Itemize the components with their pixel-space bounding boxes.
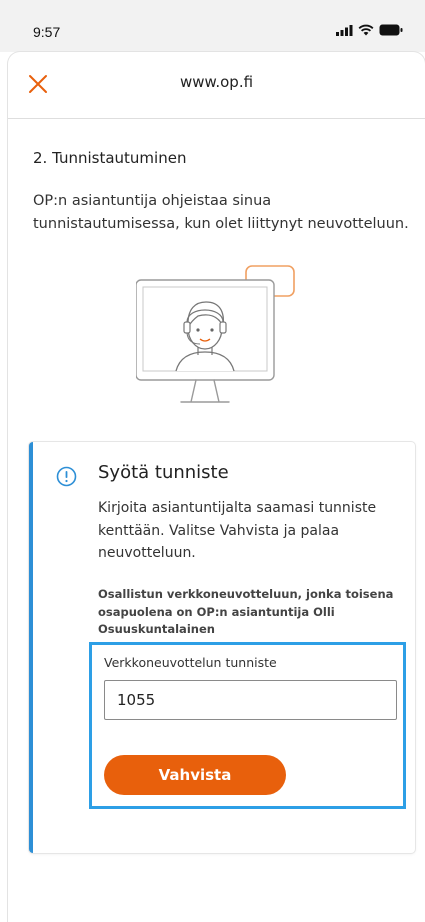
intro-text: OP:n asiantuntija ohjeistaa sinua tunnis…: [33, 193, 409, 232]
participation-note: Osallistun verkkoneuvotteluun, jonka toi…: [98, 587, 394, 636]
advisor-on-monitor-illustration: [136, 265, 295, 403]
code-field-label: Verkkoneuvottelun tunniste: [104, 655, 277, 670]
wifi-icon: [358, 24, 374, 36]
status-time: 9:57: [33, 24, 61, 40]
browser-topbar: www.op.fi: [8, 52, 425, 119]
card-description: Kirjoita asiantuntijalta saamasi tunnist…: [98, 500, 377, 561]
url-label: www.op.fi: [179, 73, 254, 91]
enter-code-card: Syötä tunniste Kirjoita asiantuntijalta …: [29, 442, 415, 853]
card-title: Syötä tunniste: [98, 462, 229, 483]
battery-icon: [379, 24, 403, 36]
code-field-highlight: Verkkoneuvottelun tunniste Vahvista: [89, 642, 406, 809]
code-input[interactable]: [104, 680, 397, 720]
browser-sheet: www.op.fi 2. Tunnistautuminen OP:n asian…: [8, 52, 425, 922]
status-bar: 9:57: [0, 0, 425, 52]
page-title: 2. Tunnistautuminen: [33, 149, 187, 167]
signal-icon: [336, 24, 353, 36]
status-icons: [336, 24, 403, 36]
confirm-button[interactable]: Vahvista: [104, 755, 286, 795]
info-icon: [56, 466, 77, 487]
